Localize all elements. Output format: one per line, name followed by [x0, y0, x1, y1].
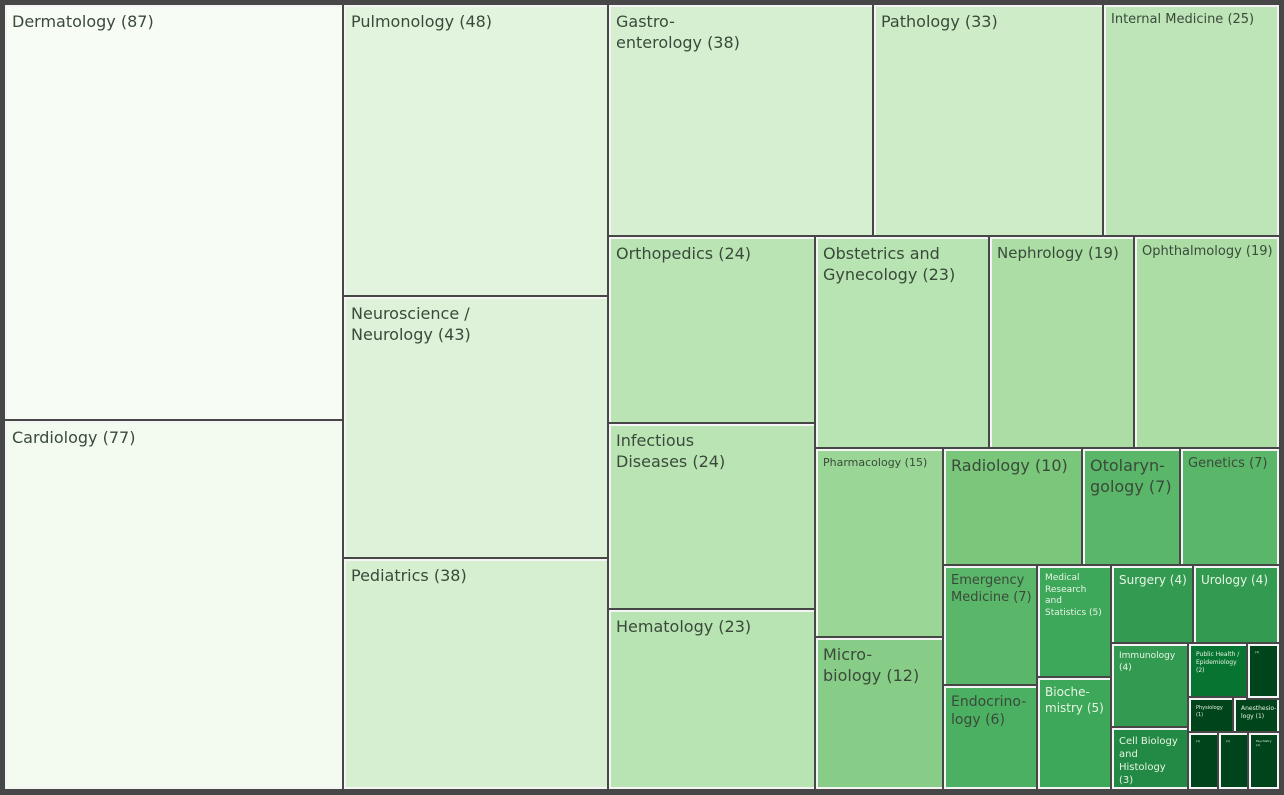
treemap-tile-genetics[interactable]: Genetics (7) — [1179, 447, 1281, 568]
treemap-tile-unreadable-2[interactable]: (1) — [1187, 731, 1221, 791]
treemap-tile-radiology[interactable]: Radiology (10) — [942, 447, 1085, 568]
tile-label: Hematology (23) — [616, 617, 752, 636]
tile-label: Cell Biology and Histology (3) — [1119, 736, 1178, 786]
tile-label: Cardiology (77) — [12, 428, 136, 447]
tile-label: Micro- biology (12) — [823, 645, 920, 685]
tile-label: Pathology (33) — [881, 12, 998, 31]
tile-label: Infectious Diseases (24) — [616, 431, 726, 471]
tile-label: (1) — [1226, 739, 1231, 743]
treemap-tile-dermatology[interactable]: Dermatology (87) — [3, 3, 346, 423]
tile-label: Medical Research and Statistics (5) — [1045, 573, 1102, 619]
treemap-tile-cardiology[interactable]: Cardiology (77) — [3, 419, 346, 791]
tile-label: Public Health / Epidemiology (2) — [1196, 651, 1240, 674]
treemap-tile-ophthalmology[interactable]: Ophthalmology (19) — [1133, 235, 1281, 451]
treemap-tile-pharmacology[interactable]: Pharmacology (15) — [814, 447, 946, 640]
treemap-tile-gastroenterology[interactable]: Gastro- enterology (38) — [607, 3, 876, 239]
treemap-tile-anesthesiology[interactable]: Anesthesio- logy (1) — [1232, 696, 1281, 735]
tile-label: Genetics (7) — [1188, 456, 1268, 471]
treemap-tile-psychiatry[interactable]: Psychiatry (1) — [1247, 731, 1281, 791]
treemap-tile-immunology[interactable]: Immunology (4) — [1110, 642, 1191, 730]
treemap-tile-pediatrics[interactable]: Pediatrics (38) — [342, 557, 611, 791]
treemap-tile-public-health-epidemiology[interactable]: Public Health / Epidemiology (2) — [1187, 642, 1250, 700]
tile-label: Otolaryn- gology (7) — [1090, 456, 1172, 496]
treemap-tile-physiology[interactable]: Physiology (1) — [1187, 696, 1236, 735]
tile-label: Urology (4) — [1201, 573, 1269, 587]
tile-label: Orthopedics (24) — [616, 244, 752, 263]
treemap-tile-internal-medicine[interactable]: Internal Medicine (25) — [1102, 3, 1281, 239]
treemap-tile-cell-biology-and-histology[interactable]: Cell Biology and Histology (3) — [1110, 726, 1191, 791]
tile-label: Internal Medicine (25) — [1111, 12, 1255, 27]
tile-label: Emergency Medicine (7) — [951, 573, 1032, 605]
tile-label: Surgery (4) — [1119, 573, 1187, 587]
tile-label: Radiology (10) — [951, 456, 1068, 475]
treemap-tile-orthopedics[interactable]: Orthopedics (24) — [607, 235, 818, 426]
tile-label: (1) — [1255, 650, 1260, 654]
treemap-tile-pathology[interactable]: Pathology (33) — [872, 3, 1106, 239]
treemap-tile-endocrinology[interactable]: Endocrino- logy (6) — [942, 684, 1040, 791]
tile-label: Pediatrics (38) — [351, 566, 467, 585]
treemap-tile-unreadable-3[interactable]: (1) — [1217, 731, 1251, 791]
treemap-tile-unreadable-1[interactable]: (1) — [1246, 642, 1281, 700]
tile-label: Immunology (4) — [1119, 651, 1176, 673]
treemap-tile-urology[interactable]: Urology (4) — [1192, 564, 1281, 646]
tile-label: Obstetrics and Gynecology (23) — [823, 244, 956, 284]
treemap-tile-biochemistry[interactable]: Bioche- mistry (5) — [1036, 676, 1114, 791]
tile-label: Ophthalmology (19) — [1142, 244, 1273, 259]
tile-label: Bioche- mistry (5) — [1045, 685, 1104, 715]
treemap-chart: Dermatology (87) Cardiology (77) Pulmonolo… — [0, 0, 1284, 795]
treemap-tile-otolaryngology[interactable]: Otolaryn- gology (7) — [1081, 447, 1183, 568]
tile-label: Endocrino- logy (6) — [951, 694, 1027, 729]
tile-label: Nephrology (19) — [997, 244, 1119, 262]
tile-label: Pulmonology (48) — [351, 12, 493, 31]
treemap-tile-neuroscience-neurology[interactable]: Neuroscience / Neurology (43) — [342, 295, 611, 561]
treemap-tile-pulmonology[interactable]: Pulmonology (48) — [342, 3, 611, 299]
treemap-tile-obstetrics-and-gynecology[interactable]: Obstetrics and Gynecology (23) — [814, 235, 992, 451]
tile-label: Dermatology (87) — [12, 12, 154, 31]
treemap-tile-infectious-diseases[interactable]: Infectious Diseases (24) — [607, 422, 818, 612]
tile-label: (1) — [1196, 739, 1201, 743]
treemap-tile-medical-research-and-statistics[interactable]: Medical Research and Statistics (5) — [1036, 564, 1114, 680]
tile-label: Gastro- enterology (38) — [616, 12, 740, 52]
treemap-tile-emergency-medicine[interactable]: Emergency Medicine (7) — [942, 564, 1040, 688]
treemap-tile-nephrology[interactable]: Nephrology (19) — [988, 235, 1137, 451]
treemap-tile-microbiology[interactable]: Micro- biology (12) — [814, 636, 946, 791]
tile-label: Neuroscience / Neurology (43) — [351, 304, 471, 344]
tile-label: Pharmacology (15) — [823, 456, 928, 469]
treemap-tile-surgery[interactable]: Surgery (4) — [1110, 564, 1196, 646]
tile-label: Physiology (1) — [1196, 705, 1223, 718]
treemap-tile-hematology[interactable]: Hematology (23) — [607, 608, 818, 791]
tile-label: Psychiatry (1) — [1256, 739, 1272, 747]
tile-label: Anesthesio- logy (1) — [1241, 705, 1277, 720]
